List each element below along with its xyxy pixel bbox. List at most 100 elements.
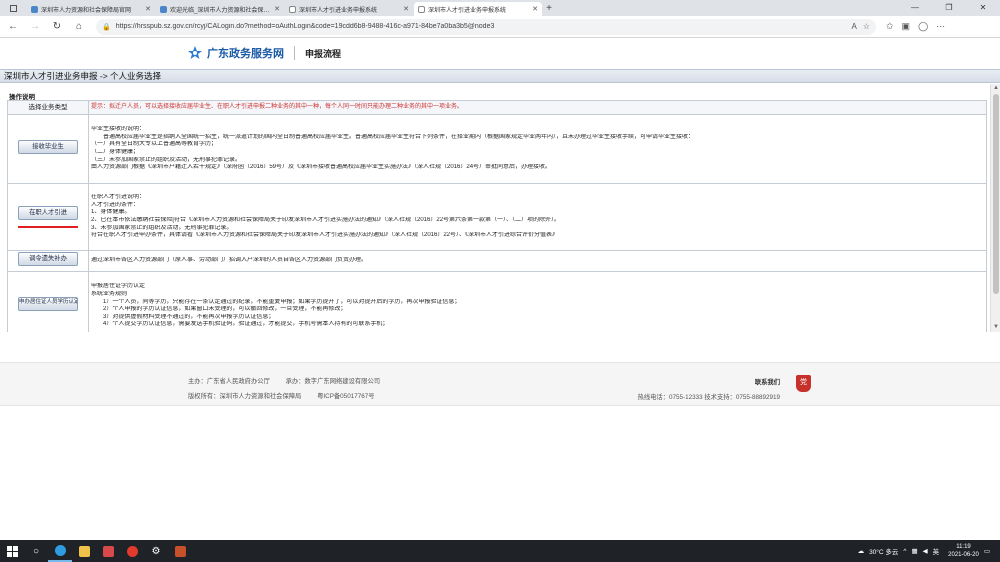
red-underline-mark (18, 226, 78, 229)
talent-introduction-button[interactable]: 在职人才引进 (18, 205, 78, 220)
business-type-table: 选择业务类型 提示：拟迁户人员，可以选择接收应届毕业生、在职人才引进申报二种业务… (7, 100, 987, 332)
url-text[interactable]: https://hrsspub.sz.gov.cn/rcyj/CALogin.d… (116, 23, 852, 30)
refresh-icon[interactable]: ↻ (48, 18, 66, 36)
home-icon[interactable]: ⌂ (70, 18, 88, 36)
desc-line: 人才引进的条件： (91, 201, 140, 208)
site-header: 广东政务服务网 申报流程 (0, 38, 1000, 69)
graduate-description: 毕业生接收的说明： 普通高校应届毕业生是指纳入全国统一招生，统一派遣计划的国内全… (88, 114, 987, 184)
lock-icon[interactable]: 🔒 (102, 23, 111, 31)
browser-tab-active[interactable]: 深圳市人才引进业务申报系统 ✕ (414, 2, 542, 16)
page-favicon-icon (289, 5, 296, 13)
tray-chevron-icon[interactable]: ^ (903, 548, 906, 555)
start-button[interactable] (0, 540, 24, 562)
desc-line: 申报居住证学历认定 (91, 283, 146, 290)
clock-time: 11:19 (956, 544, 971, 550)
header-divider (294, 46, 295, 60)
site-footer: 主办：广东省人民政府办公厅 承办：数字广东网络建设有限公司 版权所有：深圳市人力… (0, 362, 1000, 406)
more-menu-icon[interactable]: ⋯ (936, 21, 945, 32)
table-row: 调令遗失补办 通过深圳市各区人力资源部门（原人事、劳动部门）招调入户深圳的人员自… (7, 250, 987, 272)
close-tab-icon[interactable]: ✕ (403, 5, 409, 13)
new-tab-button[interactable]: + (542, 2, 556, 16)
windows-logo-icon (6, 545, 18, 557)
favorites-icon[interactable]: ✩ (886, 21, 894, 32)
edge-browser-icon[interactable] (48, 540, 72, 562)
site-favicon-icon (160, 5, 167, 13)
desc-line: （一）具有全日制大专以上普通高等教育学历； (91, 141, 218, 148)
tab-actions[interactable] (0, 0, 26, 16)
weather-text[interactable]: 30°C 多云 (869, 546, 898, 556)
desc-line: 3）对提供虚假材料受理不通过的，不能再次申报学历认证信息； (103, 313, 275, 320)
input-method-indicator[interactable]: 英 (933, 546, 940, 556)
footer-icp[interactable]: 粤ICP备05017767号 (317, 393, 374, 400)
brand-name[interactable]: 广东政务服务网 (207, 45, 284, 61)
media-app-icon[interactable] (96, 540, 120, 562)
table-row: 接收毕业生 毕业生接收的说明： 普通高校应届毕业生是指纳入全国统一招生，统一派遣… (7, 114, 987, 184)
desc-line: 1）一个人员，同等学历，只能存在一条认定通过的纪录，不能重复申报；如果学历提升了… (103, 298, 461, 305)
browser-tab[interactable]: 欢迎光临_深圳市人力资源和社会保障局 ✕ (156, 2, 284, 16)
page-title: 深圳市人才引进业务申报 -> 个人业务选择 (0, 69, 1000, 83)
close-tab-icon[interactable]: ✕ (145, 5, 151, 13)
transfer-order-reissue-button[interactable]: 调令遗失补办 (18, 252, 78, 266)
desc-line: 3、未参加国家禁止的组织及活动，无刑事犯罪记录。 (91, 224, 233, 231)
collections-icon[interactable]: ▣ (902, 21, 911, 32)
close-tab-icon[interactable]: ✕ (532, 5, 538, 13)
desc-line: 4）个人提交学历认证信息，需要发送手机验证码，验证通过，才能提交，手机号需本人持… (103, 321, 389, 328)
forward-arrow-icon[interactable]: → (26, 18, 44, 36)
reissue-description: 通过深圳市各区人力资源部门（原人事、劳动部门）招调入户深圳的人员自各区人力资源部… (88, 250, 987, 272)
browser-tab[interactable]: 深圳市人才引进业务申报系统 ✕ (285, 2, 413, 16)
desc-line: 1、身体健康。 (91, 209, 131, 216)
notice-text: 提示：拟迁户人员，可以选择接收应届毕业生、在职人才引进申报二种业务的其中一种，每… (88, 100, 987, 115)
notifications-icon[interactable]: ▭ (984, 547, 990, 555)
tab-actions-icon (9, 4, 17, 12)
network-icon[interactable]: ▦ (911, 547, 917, 555)
file-explorer-icon[interactable] (72, 540, 96, 562)
profile-icon[interactable]: ◯ (918, 21, 928, 32)
tab-title: 欢迎光临_深圳市人力资源和社会保障局 (170, 7, 272, 14)
scroll-up-icon[interactable]: ▲ (991, 84, 1000, 93)
table-header-row: 选择业务类型 提示：拟迁户人员，可以选择接收应届毕业生、在职人才引进申报二种业务… (7, 100, 987, 115)
settings-gear-icon[interactable]: ⚙ (144, 540, 168, 562)
education-description: 申报居住证学历认定 系统业务规则 1）一个人员，同等学历，只能存在一条认定通过的… (88, 270, 987, 332)
footer-host: 主办：广东省人民政府办公厅 (188, 378, 270, 385)
desc-line: 由人力资源部门根据《深圳市户籍迁入若干规定》（深府函〔2016〕59号）及《深圳… (91, 164, 552, 171)
pinned-app-icon[interactable] (168, 540, 192, 562)
desc-line: （三）未参加国家禁止的组织及活动，无刑事犯罪记录。 (91, 156, 242, 163)
site-favicon-icon (31, 5, 38, 13)
read-aloud-icon[interactable]: A (851, 22, 856, 31)
back-arrow-icon[interactable]: ← (4, 18, 22, 36)
desc-line: 在职人才引进说明： (91, 194, 146, 201)
footer-hotline: 热线电话：0755-12333 技术支持：0755-88892919 (637, 394, 780, 401)
browser-tab[interactable]: 深圳市人力资源和社会保障局官网 ✕ (27, 2, 155, 16)
close-window-icon[interactable]: ✕ (966, 0, 1000, 16)
scroll-down-icon[interactable]: ▼ (991, 323, 1000, 332)
red-app-icon[interactable] (120, 540, 144, 562)
content-scrollbar[interactable]: ▲ ▼ (990, 84, 1000, 332)
windows-taskbar: ○ ⚙ ☁ 30°C 多云 ^ ▦ ◀ 英 11:19 2021-06-20 ▭ (0, 540, 1000, 562)
talent-description: 在职人才引进说明： 人才引进的条件： 1、身体健康。 2、已在本市依法缴纳社会保… (88, 183, 987, 251)
type-column-header: 选择业务类型 (7, 100, 89, 115)
contact-us-link[interactable]: 联系我们 (612, 375, 780, 390)
desc-line: 2、已在本市依法缴纳社会保险[符合《深圳市人力资源和社会保障局关于印发深圳市人才… (91, 217, 561, 223)
system-tray: ☁ 30°C 多云 ^ ▦ ◀ 英 11:19 2021-06-20 ▭ (858, 540, 990, 562)
address-bar[interactable]: 🔒 https://hrsspub.sz.gov.cn/rcyj/CALogin… (96, 18, 876, 35)
clock[interactable]: 11:19 2021-06-20 (948, 543, 979, 559)
table-row: 在职人才引进 在职人才引进说明： 人才引进的条件： 1、身体健康。 2、已在本市… (7, 183, 987, 251)
guangdong-gov-logo-icon (187, 45, 203, 61)
favorite-star-icon[interactable]: ☆ (863, 22, 870, 31)
minimize-icon[interactable]: — (898, 0, 932, 16)
restore-icon[interactable]: ❐ (932, 0, 966, 16)
residence-permit-education-button[interactable]: 申办居住证人员学历认定 (18, 297, 78, 312)
weather-cloud-icon[interactable]: ☁ (858, 547, 865, 555)
volume-icon[interactable]: ◀ (923, 547, 928, 555)
graduate-intake-button[interactable]: 接收毕业生 (18, 140, 78, 155)
table-row: 申办居住证人员学历认定 申报居住证学历认定 系统业务规则 1）一个人员，同等学历… (7, 270, 987, 332)
close-tab-icon[interactable]: ✕ (274, 5, 280, 13)
desc-line: 2）个人申报的学历认证信息，如果窗口未受理的，可以撤回修改，一旦受理，不能再修改… (103, 306, 347, 313)
scrollbar-thumb[interactable] (993, 94, 999, 294)
party-badge-icon[interactable]: 党 (796, 375, 811, 392)
tab-title: 深圳市人才引进业务申报系统 (299, 7, 378, 14)
browser-tab-strip: 深圳市人力资源和社会保障局官网 ✕ 欢迎光临_深圳市人力资源和社会保障局 ✕ 深… (0, 0, 1000, 16)
desc-line: 通过深圳市各区人力资源部门（原人事、劳动部门）招调入户深圳的人员自各区人力资源部… (91, 257, 368, 263)
tab-title: 深圳市人力资源和社会保障局官网 (41, 7, 132, 14)
search-icon[interactable]: ○ (24, 540, 48, 562)
